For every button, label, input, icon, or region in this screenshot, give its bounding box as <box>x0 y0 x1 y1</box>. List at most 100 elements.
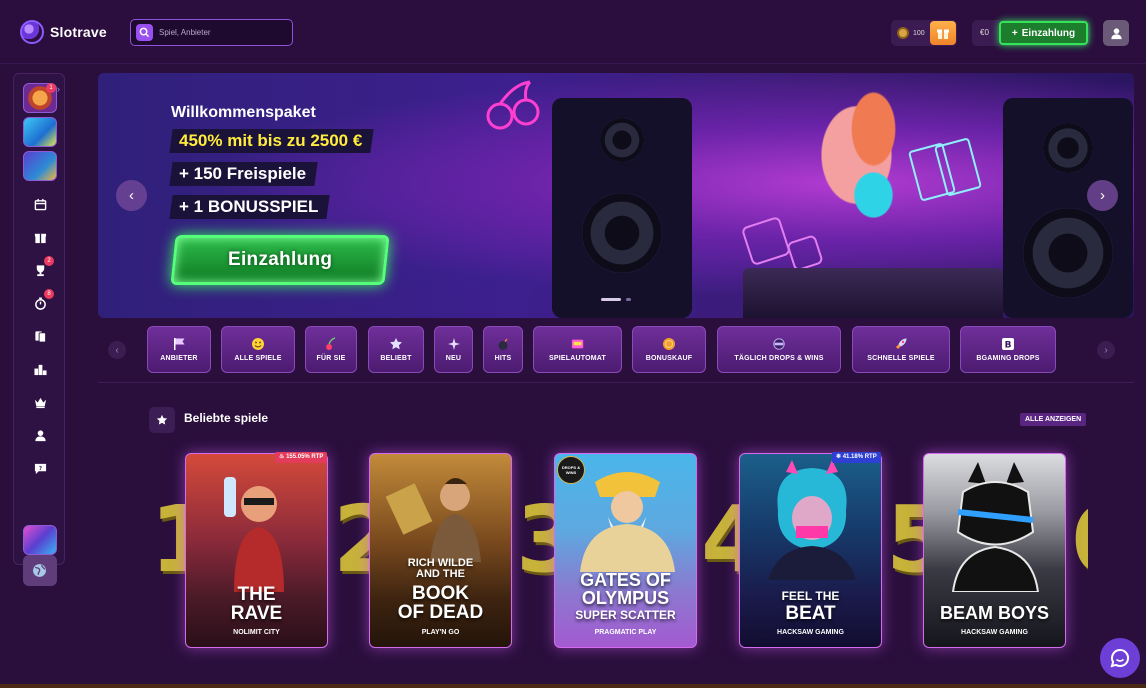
cards-icon[interactable] <box>32 328 48 344</box>
search-icon[interactable] <box>136 24 153 41</box>
show-all-button[interactable]: ALLE ANZEIGEN <box>1020 413 1087 426</box>
drops-wins-badge: DROPS & WINS <box>557 456 585 484</box>
logo[interactable]: Slotrave <box>20 20 107 44</box>
banner-prev-button[interactable]: ‹ <box>116 180 147 211</box>
snowflake-icon: ❄ <box>836 454 842 460</box>
banner-dot[interactable] <box>601 298 621 301</box>
game-art-image <box>951 462 1040 592</box>
live-chat-button[interactable] <box>1100 638 1140 678</box>
search-box[interactable] <box>130 19 293 46</box>
game-title: FEEL THE <box>781 589 840 603</box>
section-divider <box>98 382 1134 383</box>
game-card-book-of-dead[interactable]: RICH WILDE AND THE BOOK OF DEAD PLAY'N GO <box>369 453 512 648</box>
sidebar-promo-thumb[interactable] <box>23 117 57 147</box>
balance-box: €0 + Einzahlung <box>972 20 1090 46</box>
rocket-icon <box>894 337 908 351</box>
coin-icon <box>662 337 676 351</box>
gift-box-icon[interactable] <box>32 229 48 245</box>
category-taeglich-drops-wins[interactable]: TÄGLICH DROPS & WINS <box>717 326 841 373</box>
sidebar-badge: 2 <box>44 256 54 266</box>
neon-cherry-icon <box>486 80 540 130</box>
game-subtitle: SUPER SCATTER <box>575 608 676 622</box>
balance-value: €0 <box>980 28 989 37</box>
category-bonuskauf[interactable]: BONUSKAUF <box>632 326 706 373</box>
cherry-icon <box>324 337 338 351</box>
game-studio: NOLIMIT CITY <box>233 629 280 636</box>
category-bgaming-drops[interactable]: B BGAMING DROPS <box>960 326 1056 373</box>
bgaming-icon: B <box>1001 337 1015 351</box>
coins-value: 100 <box>913 29 925 37</box>
leaderboard-icon[interactable] <box>32 361 48 377</box>
user-profile-button[interactable] <box>1103 20 1129 46</box>
game-art-image <box>385 478 481 562</box>
game-studio: HACKSAW GAMING <box>961 629 1028 636</box>
game-title-main: BEAT <box>785 603 836 624</box>
coin-icon <box>897 27 909 39</box>
logo-icon <box>20 20 44 44</box>
sidebar-collapse-icon[interactable]: › <box>57 84 60 94</box>
banner-bonusgame-line: + 1 BONUSSPIEL <box>169 195 331 219</box>
category-schnelle-spiele[interactable]: SCHNELLE SPIELE <box>852 326 950 373</box>
sidebar-bottom-thumb[interactable] <box>23 525 57 555</box>
category-spielautomat[interactable]: SPIELAUTOMAT <box>533 326 622 373</box>
category-hits[interactable]: HITS <box>483 326 523 373</box>
flag-icon <box>172 337 186 351</box>
category-fuer-sie[interactable]: FÜR SIE <box>305 326 357 373</box>
game-studio: HACKSAW GAMING <box>777 629 844 636</box>
fire-icon: ♨ <box>279 454 285 460</box>
svg-text:?: ? <box>38 465 41 471</box>
game-art-image <box>580 472 675 572</box>
game-art-image <box>224 477 284 592</box>
svg-text:B: B <box>1005 341 1012 351</box>
bomb-icon <box>496 337 510 351</box>
user-icon <box>1110 27 1122 39</box>
sidebar: 1 2 8 ? <box>13 73 65 586</box>
category-neu[interactable]: NEU <box>434 326 473 373</box>
profile-icon[interactable] <box>32 427 48 443</box>
deposit-button[interactable]: + Einzahlung <box>999 21 1088 45</box>
game-card-beam-boys[interactable]: BEAM BOYS HACKSAW GAMING <box>923 453 1066 648</box>
sidebar-badge: 1 <box>46 83 56 93</box>
rank-number-partial: 6 <box>1070 494 1088 586</box>
sparkle-icon <box>447 337 461 351</box>
window-bottom-edge <box>0 684 1146 688</box>
welcome-banner[interactable]: Willkommenspaket 450% mit bis zu 2500 € … <box>98 73 1134 318</box>
game-card-the-rave[interactable]: THE RAVE NOLIMIT CITY <box>185 453 328 648</box>
popular-section-title: Beliebte spiele <box>184 411 269 425</box>
support-chat-icon[interactable]: ? <box>32 460 48 476</box>
categories-next-button[interactable]: › <box>1097 341 1115 359</box>
banner-bonus-line: 450% mit bis zu 2500 € <box>169 129 375 153</box>
banner-deposit-button[interactable]: Einzahlung <box>170 235 390 285</box>
drops-wins-icon <box>772 337 786 351</box>
deposit-label: Einzahlung <box>1021 27 1076 39</box>
plus-icon: + <box>1011 27 1018 39</box>
banner-dot[interactable] <box>626 298 631 301</box>
rtp-badge: ❄ 41.18% RTP <box>832 452 881 463</box>
category-beliebt[interactable]: BELIEBT <box>368 326 424 373</box>
banner-next-button[interactable]: › <box>1087 180 1118 211</box>
categories-prev-button[interactable]: ‹ <box>108 341 126 359</box>
gift-button[interactable] <box>930 21 956 45</box>
banner-freespins-line: + 150 Freispiele <box>169 162 318 186</box>
game-card-feel-the-beat[interactable]: FEEL THE BEAT HACKSAW GAMING <box>739 453 882 648</box>
globe-icon <box>31 562 47 578</box>
speaker-left-image <box>552 98 692 318</box>
crown-icon[interactable] <box>32 394 48 410</box>
game-card-gates-of-olympus[interactable]: DROPS & WINS GATES OF OLYMPUS SUPER SCATT… <box>554 453 697 648</box>
game-title: THE RAVE <box>230 584 283 624</box>
calendar-icon[interactable] <box>32 196 48 212</box>
game-studio: PLAY'N GO <box>421 629 460 636</box>
game-title: RICH WILDE AND THE <box>407 557 474 580</box>
dj-desk-image <box>743 268 1003 318</box>
sidebar-badge: 8 <box>44 289 54 299</box>
gift-icon <box>937 29 949 39</box>
chat-bubble-icon <box>1110 648 1129 668</box>
popular-star-icon <box>149 407 175 433</box>
search-input[interactable] <box>159 28 279 37</box>
speaker-right-image <box>1003 98 1133 318</box>
game-title-main: BOOK OF DEAD <box>397 583 484 623</box>
sidebar-character-thumb[interactable] <box>23 151 57 181</box>
category-anbieter[interactable]: ANBIETER <box>147 326 211 373</box>
category-alle-spiele[interactable]: ALLE SPIELE <box>221 326 295 373</box>
banner-title: Willkommenspaket <box>171 104 316 121</box>
